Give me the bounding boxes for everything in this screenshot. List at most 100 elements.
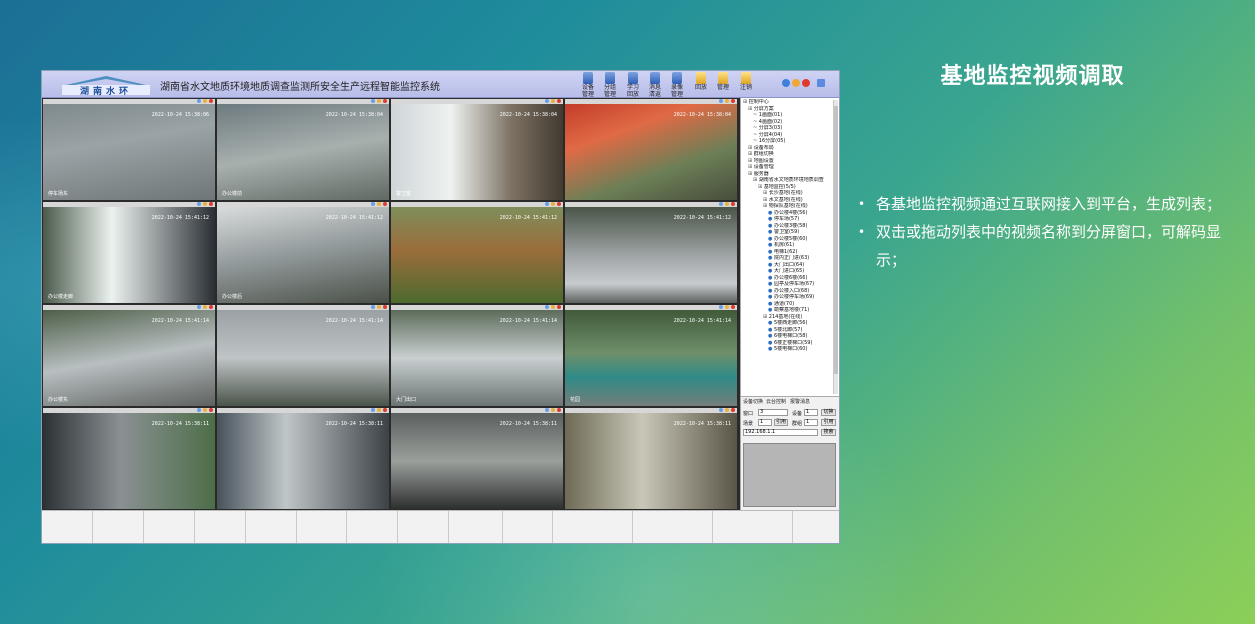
search-button[interactable]: 搜索: [821, 429, 836, 436]
tile-control-icon[interactable]: [377, 99, 381, 103]
toolbar-button[interactable]: 注销: [735, 72, 757, 97]
tile-control-icon[interactable]: [383, 202, 387, 206]
tile-control-icon[interactable]: [545, 202, 549, 206]
toolbar-button[interactable]: 消息 清返: [644, 72, 666, 98]
tile-control-icon[interactable]: [377, 202, 381, 206]
toolbar-button[interactable]: 录像 管理: [666, 72, 688, 98]
switch-button[interactable]: 切换: [821, 409, 836, 416]
tile-control-icon[interactable]: [203, 305, 207, 309]
video-split-grid[interactable]: 2022-10-24 15:38:06 停车场东 2022-10-24 15:38:…: [42, 98, 740, 510]
tile-control-icon[interactable]: [203, 99, 207, 103]
tile-control-icon[interactable]: [371, 99, 375, 103]
tile-control-icon[interactable]: [725, 99, 729, 103]
tree-scrollbar[interactable]: [833, 100, 838, 394]
tile-control-icon[interactable]: [371, 202, 375, 206]
tile-control-icon[interactable]: [377, 408, 381, 412]
video-tile[interactable]: 2022-10-24 15:38:11: [217, 408, 389, 509]
tile-control-icon[interactable]: [383, 408, 387, 412]
tile-control-icon[interactable]: [545, 99, 549, 103]
tile-control-icon[interactable]: [197, 305, 201, 309]
tile-control-icon[interactable]: [731, 305, 735, 309]
video-tile[interactable]: 2022-10-24 15:38:04 警卫室: [391, 99, 563, 200]
tree-item[interactable]: ● 5楼电梯口(60): [743, 346, 833, 353]
tile-control-icon[interactable]: [719, 202, 723, 206]
tile-control-icon[interactable]: [551, 408, 555, 412]
tile-control-icon[interactable]: [551, 99, 555, 103]
video-tile[interactable]: 2022-10-24 15:41:12: [565, 202, 737, 303]
video-tile[interactable]: 2022-10-24 15:41:14 大门出口: [391, 305, 563, 406]
tile-control-icon[interactable]: [197, 408, 201, 412]
tile-control-icon[interactable]: [383, 305, 387, 309]
tile-control-icon[interactable]: [731, 202, 735, 206]
video-tile[interactable]: 2022-10-24 15:41:14: [217, 305, 389, 406]
help-icon[interactable]: [817, 79, 825, 87]
tile-control-icon[interactable]: [377, 305, 381, 309]
tile-control-icon[interactable]: [197, 99, 201, 103]
tile-control-icon[interactable]: [557, 99, 561, 103]
video-tile[interactable]: 2022-10-24 15:38:04: [565, 99, 737, 200]
device-tree[interactable]: ⊞ 控制中心 ⊞ 分屏方案 ~ 1画面(01) ~ 4画面(02) ~ 分屏3(03) ~…: [741, 98, 833, 396]
minimize-icon[interactable]: [782, 79, 790, 87]
tab-alarm-message[interactable]: 报警消息: [790, 398, 810, 405]
tile-control-icon[interactable]: [731, 99, 735, 103]
tile-control-icon[interactable]: [551, 305, 555, 309]
tile-control-icon[interactable]: [725, 305, 729, 309]
toolbar-button[interactable]: 分组 管理: [599, 72, 621, 98]
toolbar-button[interactable]: 回放: [690, 72, 712, 97]
tile-control-icon[interactable]: [551, 202, 555, 206]
tile-control-icon[interactable]: [383, 99, 387, 103]
video-name: 办公楼走廊: [48, 294, 74, 300]
video-tile[interactable]: 2022-10-24 15:41:14 花园: [565, 305, 737, 406]
video-tile[interactable]: 2022-10-24 15:38:06 停车场东: [43, 99, 215, 200]
video-name: 办公楼东: [48, 397, 69, 403]
tile-control-icon[interactable]: [557, 305, 561, 309]
toolbar-button[interactable]: 设备 管理: [577, 72, 599, 98]
tile-control-icon[interactable]: [557, 408, 561, 412]
tile-control-icon[interactable]: [203, 408, 207, 412]
toolbar-label: 管理: [603, 91, 616, 98]
video-timestamp: 2022-10-24 15:38:06: [151, 112, 209, 118]
tile-control-icon[interactable]: [545, 305, 549, 309]
video-tile[interactable]: 2022-10-24 15:41:12: [391, 202, 563, 303]
tile-control-icon[interactable]: [209, 305, 213, 309]
restore-icon[interactable]: [792, 79, 800, 87]
tile-control-icon[interactable]: [731, 408, 735, 412]
tile-control-icon[interactable]: [371, 305, 375, 309]
tree-item-label: 16分屏(05): [758, 138, 786, 144]
tile-control-icon[interactable]: [209, 99, 213, 103]
video-tile[interactable]: 2022-10-24 15:38:11: [43, 408, 215, 509]
scene-call-button[interactable]: 引用: [774, 419, 788, 426]
tile-control-icon[interactable]: [197, 202, 201, 206]
close-icon[interactable]: [802, 79, 810, 87]
group-input[interactable]: 1: [804, 419, 818, 426]
video-tile[interactable]: 2022-10-24 15:41:14 办公楼东: [43, 305, 215, 406]
toolbar-top-label: 消息: [648, 84, 661, 91]
window-input[interactable]: 3: [758, 409, 788, 416]
tab-ptz-control[interactable]: 云台控制: [766, 398, 786, 405]
video-tile[interactable]: 2022-10-24 15:38:11: [391, 408, 563, 509]
tile-control-icon[interactable]: [203, 202, 207, 206]
tile-control-icon[interactable]: [725, 408, 729, 412]
ip-input[interactable]: 192.168.1.1: [743, 429, 818, 436]
tile-control-icon[interactable]: [209, 408, 213, 412]
video-tile[interactable]: 2022-10-24 15:41:12 办公楼走廊: [43, 202, 215, 303]
toolbar-button[interactable]: 学习 回放: [622, 72, 644, 98]
video-tile[interactable]: 2022-10-24 15:41:12 办公楼后: [217, 202, 389, 303]
tile-control-icon[interactable]: [719, 305, 723, 309]
tile-control-icon[interactable]: [719, 99, 723, 103]
tile-control-icon[interactable]: [371, 408, 375, 412]
video-tile[interactable]: 2022-10-24 15:38:04 办公楼前: [217, 99, 389, 200]
scene-input[interactable]: 1: [758, 419, 772, 426]
toolbar-icon: [583, 72, 593, 84]
tab-device-switch[interactable]: 设备切换: [743, 398, 763, 405]
device-input[interactable]: 1: [804, 409, 818, 416]
tile-control-icon[interactable]: [557, 202, 561, 206]
tile-control-icon[interactable]: [725, 202, 729, 206]
toolbar-button[interactable]: 管理: [712, 72, 734, 97]
tile-control-icon[interactable]: [719, 408, 723, 412]
video-tile[interactable]: 2022-10-24 15:38:11: [565, 408, 737, 509]
tile-control-icon[interactable]: [209, 202, 213, 206]
tile-control-icon[interactable]: [545, 408, 549, 412]
tree-item-label: 大门出口(64): [773, 261, 805, 268]
group-call-button[interactable]: 引用: [821, 419, 836, 426]
